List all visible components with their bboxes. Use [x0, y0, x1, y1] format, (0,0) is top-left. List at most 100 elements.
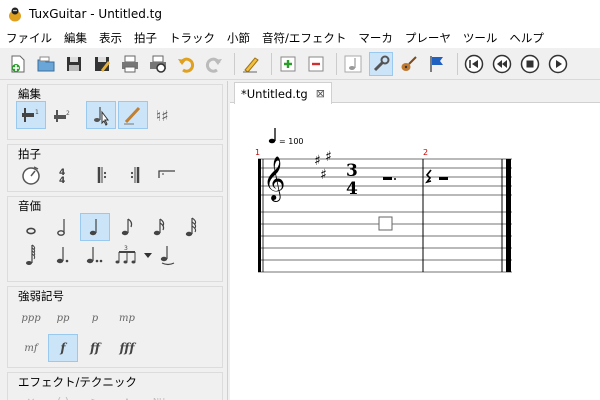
menu-help[interactable]: ヘルプ — [503, 30, 550, 46]
dynamic-ff-button[interactable]: ff — [80, 334, 110, 362]
note-view-icon — [344, 55, 362, 72]
natural-sharp-icon: ♮♯ — [156, 107, 169, 125]
add-track-button[interactable] — [276, 52, 300, 76]
guitar-icon — [401, 55, 417, 71]
dynamic-label: pp — [56, 312, 70, 324]
settings-wrench-icon — [373, 55, 390, 71]
group-title: 編集 — [18, 87, 41, 101]
edit-mode-score-button[interactable]: 1 — [16, 101, 46, 129]
dynamic-label: fff — [119, 341, 135, 355]
pencil-icon — [124, 106, 141, 125]
whole-note-button[interactable] — [16, 213, 46, 241]
accent-icon: > — [90, 395, 99, 400]
menu-marker[interactable]: マーカ — [352, 30, 399, 46]
remove-track-icon — [308, 56, 324, 71]
time-signature-top: 3 — [346, 161, 358, 181]
group-title: 強弱記号 — [18, 289, 64, 303]
effect-accent-button[interactable]: > — [80, 393, 110, 400]
document-tab[interactable]: *Untitled.tg ⊠ — [234, 82, 332, 104]
settings-button[interactable] — [369, 51, 393, 76]
save-button[interactable] — [62, 52, 86, 76]
close-icon[interactable]: ⊠ — [316, 87, 325, 100]
alternate-ending-button[interactable] — [152, 161, 182, 189]
dynamic-ppp-button[interactable]: ppp — [16, 304, 46, 332]
quarter-rest — [425, 169, 432, 184]
edit-mode-button[interactable] — [239, 52, 263, 76]
dynamic-mf-button[interactable]: mf — [16, 334, 46, 362]
undo-icon — [178, 57, 195, 73]
menu-measure[interactable]: 小節 — [221, 30, 256, 46]
half-note-button[interactable] — [48, 213, 78, 241]
repeat-open-button[interactable] — [88, 161, 118, 189]
remove-track-button[interactable] — [304, 52, 328, 76]
effect-dead-note-button[interactable]: × — [16, 393, 46, 400]
key-signature-tool-button[interactable]: ♮♯ — [150, 101, 180, 129]
quarter-note-button[interactable] — [80, 213, 110, 241]
marker-flag-button[interactable] — [425, 52, 449, 76]
menu-view[interactable]: 表示 — [93, 30, 128, 46]
redo-button[interactable] — [202, 52, 226, 76]
dynamic-f-button[interactable]: f — [48, 334, 78, 362]
menu-edit[interactable]: 編集 — [58, 30, 93, 46]
beat-group: 拍子 44 — [7, 144, 223, 192]
menu-track[interactable]: トラック — [163, 30, 221, 46]
half-rest — [383, 177, 392, 180]
toolbar-separator — [234, 52, 235, 75]
note-view-button[interactable] — [341, 52, 365, 76]
tempo-note-icon — [268, 138, 276, 144]
dynamic-p-button[interactable]: p — [80, 304, 110, 332]
new-file-button[interactable] — [6, 52, 30, 76]
menu-note-effects[interactable]: 音符/エフェクト — [256, 30, 352, 46]
menu-tools[interactable]: ツール — [457, 30, 504, 46]
edit-pencil-icon — [243, 56, 259, 73]
dynamic-pp-button[interactable]: pp — [48, 304, 78, 332]
tie-note-button[interactable] — [152, 241, 182, 269]
time-signature-button[interactable]: 44 — [48, 161, 78, 189]
tab-cursor[interactable] — [378, 216, 393, 231]
play-icon — [548, 54, 568, 73]
open-file-button[interactable] — [34, 52, 58, 76]
effect-ghost-note-button[interactable]: ( ) — [48, 393, 78, 400]
double-dotted-note-button[interactable] — [80, 241, 110, 269]
dynamic-mp-button[interactable]: mp — [112, 304, 142, 332]
dropdown-arrow-icon — [144, 253, 152, 258]
alternate-ending-icon — [158, 170, 175, 178]
new-file-icon — [11, 55, 25, 72]
cross-icon: × — [26, 395, 35, 400]
thirty-second-note-button[interactable] — [176, 213, 206, 241]
pencil-tool-button[interactable] — [118, 101, 148, 129]
dynamic-fff-button[interactable]: fff — [112, 334, 142, 362]
first-button[interactable] — [462, 52, 486, 76]
menu-player[interactable]: プレーヤ — [399, 30, 457, 46]
dotted-note-button[interactable] — [48, 241, 78, 269]
sixteenth-note-button[interactable] — [144, 213, 174, 241]
effect-natural-harmonic-button[interactable]: NH — [144, 393, 174, 400]
rewind-icon — [492, 54, 512, 73]
save-as-button[interactable] — [90, 52, 114, 76]
tuplet-button[interactable]: 3 — [112, 241, 142, 269]
measure-number: 1 — [255, 148, 260, 157]
dynamic-label: mp — [119, 312, 135, 324]
triplet-icon: 3 — [115, 245, 136, 264]
select-tool-button[interactable] — [86, 101, 116, 129]
instrument-button[interactable] — [397, 52, 421, 76]
sixty-fourth-note-button[interactable] — [16, 241, 46, 269]
edit-mode-tab-button[interactable]: 2 — [48, 101, 78, 129]
menu-file[interactable]: ファイル — [0, 30, 58, 46]
tuplet-dropdown[interactable] — [144, 251, 152, 259]
repeat-close-button[interactable] — [120, 161, 150, 189]
menu-composition[interactable]: 拍子 — [128, 30, 163, 46]
tempo-button[interactable] — [16, 161, 46, 189]
play-button[interactable] — [546, 52, 570, 76]
eighth-note-button[interactable] — [112, 213, 142, 241]
score-canvas[interactable]: = 100 1 2 𝄞 ♯ ♯ ♯ 3 4 — [230, 104, 600, 400]
print-preview-button[interactable] — [146, 52, 170, 76]
duration-group: 音価 3 — [7, 196, 223, 282]
rewind-button[interactable] — [490, 52, 514, 76]
stop-button[interactable] — [518, 52, 542, 76]
print-button[interactable] — [118, 52, 142, 76]
undo-button[interactable] — [174, 52, 198, 76]
effect-heavy-accent-button[interactable]: ▲ — [112, 393, 142, 400]
dynamics-group: 強弱記号 ppp pp p mp mf f ff fff — [7, 286, 223, 368]
score-editor: *Untitled.tg ⊠ = 100 1 2 𝄞 ♯ ♯ ♯ 3 4 — [230, 81, 600, 400]
